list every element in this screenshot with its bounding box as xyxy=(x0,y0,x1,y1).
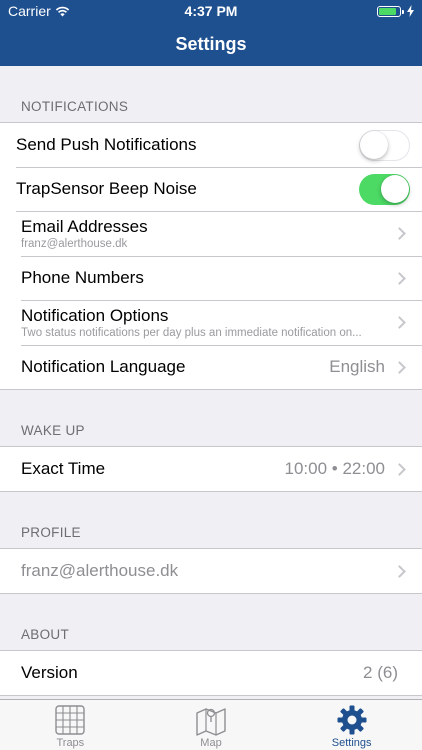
email-addresses-row[interactable]: Email Addresses franz@alerthouse.dk xyxy=(0,211,422,256)
chevron-right-icon xyxy=(393,271,406,285)
notification-options-subtitle: Two status notifications per day plus an… xyxy=(21,327,362,339)
profile-group: franz@alerthouse.dk xyxy=(0,548,422,594)
exact-time-label: Exact Time xyxy=(21,459,106,478)
tab-settings-label: Settings xyxy=(331,737,372,749)
notification-language-value: English xyxy=(329,357,385,376)
notification-options-label: Notification Options xyxy=(21,306,169,325)
tab-map[interactable]: Map xyxy=(141,700,282,750)
tab-bar: Traps Map Settings xyxy=(0,699,422,750)
exact-time-value: 10:00 • 22:00 xyxy=(284,459,385,478)
push-notifications-label: Send Push Notifications xyxy=(16,135,197,154)
navigation-header: Carrier 4:37 PM Settings xyxy=(0,0,422,66)
chevron-right-icon xyxy=(393,564,406,578)
section-header-about: ABOUT xyxy=(21,627,70,642)
version-value: 2 (6) xyxy=(363,663,398,682)
tab-settings[interactable]: Settings xyxy=(281,700,422,750)
status-bar: Carrier 4:37 PM xyxy=(0,0,422,22)
gear-icon xyxy=(337,705,367,735)
page-title: Settings xyxy=(175,34,247,54)
status-time: 4:37 PM xyxy=(184,3,238,19)
phone-numbers-row[interactable]: Phone Numbers xyxy=(0,256,422,300)
beep-noise-toggle[interactable] xyxy=(359,173,410,205)
beep-noise-row: TrapSensor Beep Noise xyxy=(0,167,422,211)
map-icon xyxy=(196,708,226,736)
tab-traps-label: Traps xyxy=(56,737,85,749)
notification-language-row[interactable]: Notification Language English xyxy=(0,345,422,389)
push-notifications-row: Send Push Notifications xyxy=(0,123,422,167)
notifications-group: Send Push Notifications TrapSensor Beep … xyxy=(0,122,422,390)
chevron-right-icon xyxy=(393,462,406,476)
push-notifications-toggle[interactable] xyxy=(359,129,410,161)
grid-icon xyxy=(55,705,86,735)
tab-traps[interactable]: Traps xyxy=(0,700,141,750)
section-header-wake-up: WAKE UP xyxy=(21,423,85,438)
version-label: Version xyxy=(21,663,78,682)
phone-numbers-label: Phone Numbers xyxy=(21,268,144,287)
email-addresses-subtitle: franz@alerthouse.dk xyxy=(21,238,128,250)
chevron-right-icon xyxy=(393,360,406,374)
battery-icon xyxy=(377,5,404,17)
section-header-notifications: NOTIFICATIONS xyxy=(21,99,129,114)
chevron-right-icon xyxy=(393,227,406,240)
profile-email-label: franz@alerthouse.dk xyxy=(21,561,179,580)
wake-up-group: Exact Time 10:00 • 22:00 xyxy=(0,446,422,492)
profile-email-row[interactable]: franz@alerthouse.dk xyxy=(0,549,422,593)
settings-list[interactable]: NOTIFICATIONS Send Push Notifications Tr… xyxy=(0,66,422,699)
chevron-right-icon xyxy=(393,316,406,329)
exact-time-row[interactable]: Exact Time 10:00 • 22:00 xyxy=(0,447,422,491)
tab-map-label: Map xyxy=(200,737,222,749)
email-addresses-label: Email Addresses xyxy=(21,217,148,236)
beep-noise-label: TrapSensor Beep Noise xyxy=(16,179,197,198)
version-row: Version 2 (6) xyxy=(0,651,422,695)
notification-options-row[interactable]: Notification Options Two status notifica… xyxy=(0,300,422,345)
about-group: Version 2 (6) xyxy=(0,650,422,696)
section-header-profile: PROFILE xyxy=(21,525,81,540)
notification-language-label: Notification Language xyxy=(21,357,186,376)
